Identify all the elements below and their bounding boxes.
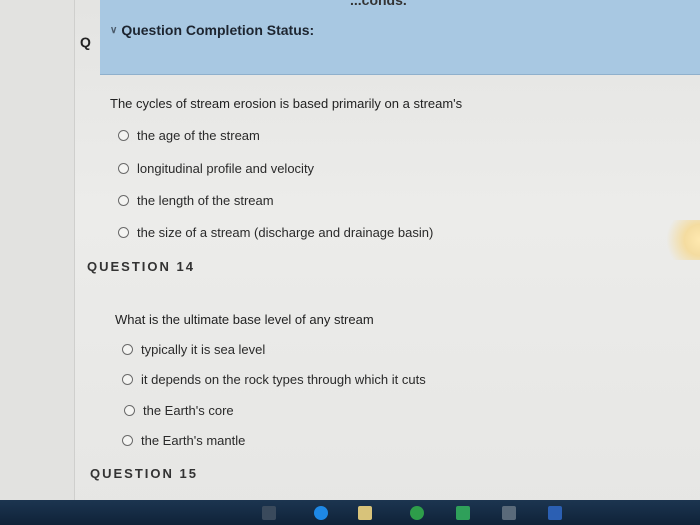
q13-option-1[interactable]: the age of the stream	[118, 128, 260, 143]
q14-option-1[interactable]: typically it is sea level	[122, 342, 265, 357]
left-rail	[0, 0, 75, 500]
radio-button[interactable]	[118, 227, 129, 238]
option-label: the length of the stream	[137, 193, 274, 208]
chrome-icon[interactable]	[410, 506, 424, 520]
q14-option-4[interactable]: the Earth's mantle	[122, 433, 245, 448]
edge-icon[interactable]	[314, 506, 328, 520]
q13-option-2[interactable]: longitudinal profile and velocity	[118, 161, 314, 176]
status-title: Question Completion Status:	[121, 22, 315, 38]
radio-button[interactable]	[118, 195, 129, 206]
completion-status-bar[interactable]: ...conds. ∨ Question Completion Status:	[100, 0, 700, 75]
option-label: the size of a stream (discharge and drai…	[137, 225, 434, 240]
question-13-text: The cycles of stream erosion is based pr…	[110, 96, 463, 111]
option-label: typically it is sea level	[141, 342, 266, 357]
q14-option-2[interactable]: it depends on the rock types through whi…	[122, 372, 426, 387]
radio-button[interactable]	[122, 374, 133, 385]
store-icon[interactable]	[456, 506, 470, 520]
radio-button[interactable]	[122, 435, 133, 446]
option-label: longitudinal profile and velocity	[137, 161, 315, 176]
screen-glare	[660, 220, 700, 260]
radio-button[interactable]	[124, 405, 135, 416]
q13-option-4[interactable]: the size of a stream (discharge and drai…	[118, 225, 433, 240]
chevron-down-icon[interactable]: ∨	[110, 25, 117, 36]
page: Q ...conds. ∨ Question Completion Status…	[0, 0, 700, 525]
q14-option-3[interactable]: the Earth's core	[124, 403, 234, 418]
completion-status-toggle[interactable]: ∨ Question Completion Status:	[110, 22, 314, 38]
rail-letter: Q	[80, 34, 91, 50]
option-label: the age of the stream	[137, 128, 260, 143]
radio-button[interactable]	[118, 163, 129, 174]
file-explorer-icon[interactable]	[358, 506, 372, 520]
cut-off-text: ...conds.	[350, 0, 407, 8]
option-label: the Earth's mantle	[141, 433, 246, 448]
radio-button[interactable]	[118, 130, 129, 141]
taskbar	[0, 500, 700, 525]
option-label: it depends on the rock types through whi…	[141, 372, 426, 387]
word-icon[interactable]	[548, 506, 562, 520]
q13-option-3[interactable]: the length of the stream	[118, 193, 274, 208]
option-label: the Earth's core	[143, 403, 234, 418]
question-15-heading: QUESTION 15	[90, 466, 198, 481]
task-view-icon[interactable]	[262, 506, 276, 520]
question-14-text: What is the ultimate base level of any s…	[115, 312, 374, 327]
calculator-icon[interactable]	[502, 506, 516, 520]
radio-button[interactable]	[122, 344, 133, 355]
question-14-heading: QUESTION 14	[87, 259, 195, 274]
